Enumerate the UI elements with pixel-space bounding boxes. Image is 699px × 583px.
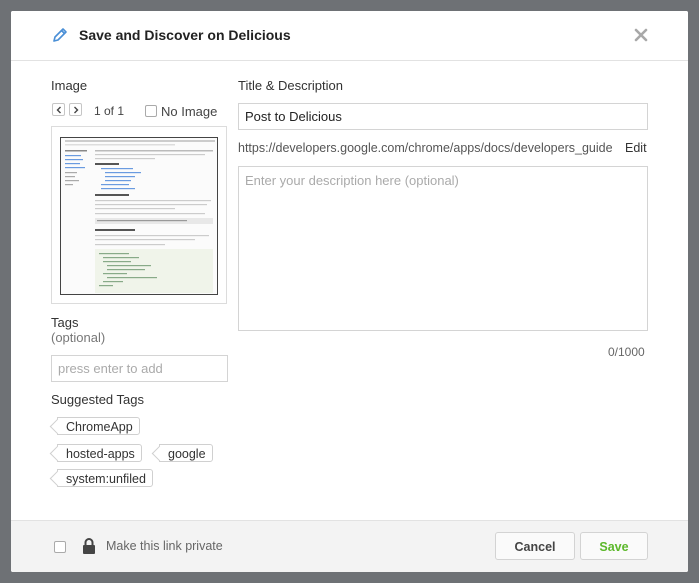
image-label: Image [51, 78, 88, 93]
title-input[interactable] [238, 103, 648, 130]
page-url: https://developers.google.com/chrome/app… [238, 141, 613, 155]
close-icon[interactable] [631, 25, 651, 45]
suggested-tag[interactable]: hosted-apps [57, 444, 142, 462]
private-label: Make this link private [106, 539, 223, 553]
dialog-footer: Make this link private Cancel Save [11, 520, 688, 572]
next-image-button[interactable] [69, 103, 82, 116]
title-description-label: Title & Description [238, 78, 343, 93]
thumbnail-preview [60, 137, 218, 295]
suggested-tags-label: Suggested Tags [51, 392, 144, 407]
character-count: 0/1000 [608, 345, 645, 359]
save-dialog: Save and Discover on Delicious Image 1 o… [11, 11, 688, 572]
no-image-checkbox[interactable] [145, 105, 157, 117]
image-counter: 1 of 1 [94, 104, 125, 118]
thumbnail-page-graphic [65, 140, 215, 293]
chevron-right-icon [74, 106, 79, 114]
lock-icon [83, 538, 95, 554]
save-button[interactable]: Save [580, 532, 648, 560]
description-textarea[interactable] [238, 166, 648, 331]
chevron-left-icon [56, 106, 61, 114]
pencil-icon [53, 28, 67, 42]
dialog-title: Save and Discover on Delicious [79, 27, 291, 43]
page-thumbnail [51, 126, 227, 304]
cancel-button[interactable]: Cancel [495, 532, 575, 560]
suggested-tag[interactable]: ChromeApp [57, 417, 140, 435]
edit-url-link[interactable]: Edit [625, 141, 647, 155]
no-image-label: No Image [161, 104, 218, 119]
prev-image-button[interactable] [52, 103, 65, 116]
private-checkbox[interactable] [54, 541, 66, 553]
suggested-tag[interactable]: system:unfiled [57, 469, 153, 487]
tags-optional-label: (optional) [51, 330, 106, 345]
dialog-header: Save and Discover on Delicious [11, 11, 688, 61]
tags-input[interactable] [51, 355, 228, 382]
tags-label-text: Tags [51, 315, 79, 330]
suggested-tag[interactable]: google [159, 444, 213, 462]
tags-label: Tags (optional) [51, 315, 105, 345]
